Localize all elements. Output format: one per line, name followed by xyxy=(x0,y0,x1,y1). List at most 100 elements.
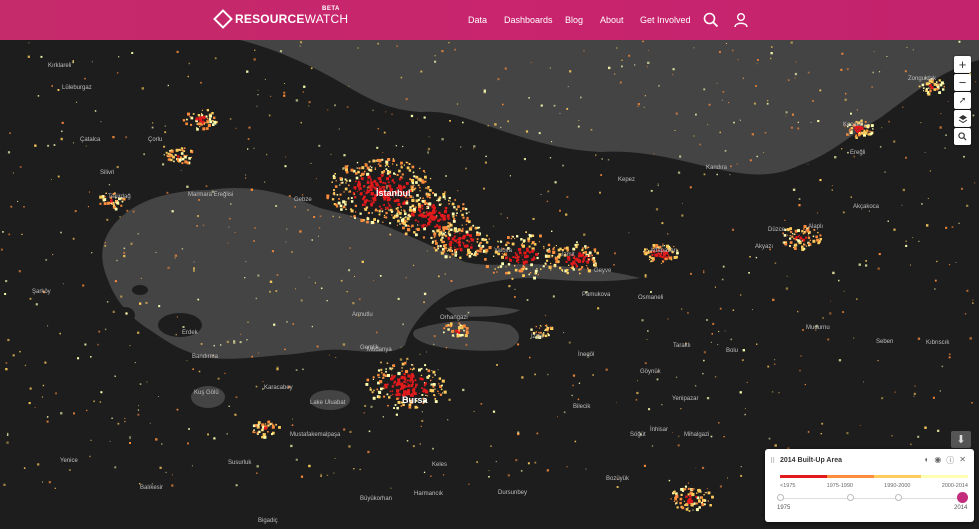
nav-dashboards[interactable]: Dashboards xyxy=(504,15,553,25)
built-up-pixel xyxy=(366,378,370,382)
built-up-pixel xyxy=(917,337,921,340)
built-up-pixel xyxy=(971,402,973,404)
built-up-pixel xyxy=(466,330,469,333)
built-up-pixel xyxy=(698,489,702,493)
built-up-pixel xyxy=(450,228,453,231)
built-up-pixel xyxy=(455,214,457,217)
built-up-pixel xyxy=(264,78,266,80)
built-up-pixel xyxy=(427,222,431,226)
built-up-pixel xyxy=(929,89,931,92)
search-icon[interactable] xyxy=(703,12,719,28)
built-up-pixel xyxy=(358,298,361,301)
built-up-pixel xyxy=(181,248,184,250)
built-up-pixel xyxy=(476,461,479,463)
built-up-pixel xyxy=(552,250,556,254)
zoom-in-button[interactable]: + xyxy=(954,56,971,73)
built-up-pixel xyxy=(279,50,283,53)
built-up-pixel xyxy=(672,68,675,71)
layers-button[interactable] xyxy=(954,110,971,127)
place-label: Geyve xyxy=(594,268,612,274)
timeline-step[interactable] xyxy=(777,494,784,501)
visibility-eye-icon[interactable]: ◉ xyxy=(934,455,941,466)
built-up-pixel xyxy=(239,341,242,344)
nav-blog[interactable]: Blog xyxy=(565,15,583,25)
zoom-out-button[interactable]: − xyxy=(954,74,971,91)
built-up-pixel xyxy=(380,368,383,371)
built-up-pixel xyxy=(643,464,646,467)
built-up-pixel xyxy=(855,134,858,137)
built-up-pixel xyxy=(797,236,799,238)
built-up-pixel xyxy=(440,213,443,217)
built-up-pixel xyxy=(345,201,347,203)
built-up-pixel xyxy=(478,244,481,247)
built-up-pixel xyxy=(711,333,713,335)
timeline-step[interactable] xyxy=(847,494,854,501)
built-up-pixel xyxy=(441,384,443,387)
nav-data[interactable]: Data xyxy=(468,15,487,25)
built-up-pixel xyxy=(418,177,422,181)
resource-watch-logo[interactable]: RESOURCEWATCH BETA xyxy=(213,6,348,29)
built-up-pixel xyxy=(460,146,462,148)
built-up-pixel xyxy=(543,332,545,334)
built-up-pixel xyxy=(417,184,420,187)
place-label: Mihalgazi xyxy=(684,432,710,438)
built-up-pixel xyxy=(444,197,446,199)
built-up-pixel xyxy=(338,128,340,130)
built-up-pixel xyxy=(106,201,110,205)
built-up-pixel xyxy=(370,405,373,408)
opacity-icon[interactable]: ◐ xyxy=(924,455,929,466)
built-up-pixel xyxy=(473,145,476,148)
built-up-pixel xyxy=(502,103,504,106)
built-up-pixel xyxy=(100,391,103,394)
timeline-track[interactable] xyxy=(780,498,963,499)
built-up-pixel xyxy=(925,87,928,90)
built-up-pixel xyxy=(467,248,470,252)
built-up-pixel xyxy=(655,254,659,257)
built-up-pixel xyxy=(474,250,477,253)
built-up-pixel xyxy=(584,247,587,250)
built-up-pixel xyxy=(948,264,951,266)
built-up-pixel xyxy=(388,204,391,207)
built-up-pixel xyxy=(224,372,226,374)
built-up-pixel xyxy=(420,374,423,376)
legend-collapse-button[interactable]: ⬇ xyxy=(951,431,971,448)
built-up-pixel xyxy=(926,92,929,95)
built-up-pixel xyxy=(816,238,819,242)
timeline-handle[interactable] xyxy=(957,492,968,503)
built-up-pixel xyxy=(411,364,413,366)
share-button[interactable]: ➚ xyxy=(954,92,971,109)
built-up-pixel xyxy=(200,113,203,115)
built-up-pixel xyxy=(380,207,383,210)
map-search-button[interactable] xyxy=(954,128,971,145)
built-up-pixel xyxy=(356,191,358,193)
built-up-pixel xyxy=(17,200,19,202)
built-up-pixel xyxy=(137,409,140,411)
user-icon[interactable] xyxy=(733,12,749,28)
timeline-step[interactable] xyxy=(895,494,902,501)
drag-handle-icon[interactable]: ⠿ xyxy=(770,457,775,465)
built-up-pixel xyxy=(960,187,963,190)
built-up-pixel xyxy=(389,222,392,225)
built-up-pixel xyxy=(85,145,87,147)
built-up-pixel xyxy=(428,136,430,138)
built-up-pixel xyxy=(644,248,647,251)
built-up-pixel xyxy=(442,245,445,248)
built-up-pixel xyxy=(538,132,541,135)
built-up-pixel xyxy=(188,62,191,65)
nav-about[interactable]: About xyxy=(600,15,624,25)
close-icon[interactable]: ✕ xyxy=(959,455,966,466)
timeline-end-label: 2014 xyxy=(954,505,968,511)
built-up-pixel xyxy=(538,241,540,243)
info-icon[interactable]: ⓘ xyxy=(946,455,954,466)
built-up-pixel xyxy=(480,403,483,405)
built-up-pixel xyxy=(421,200,425,203)
built-up-pixel xyxy=(534,373,536,376)
nav-get-involved[interactable]: Get Involved xyxy=(640,15,691,25)
built-up-pixel xyxy=(789,230,793,233)
built-up-pixel xyxy=(803,225,807,228)
built-up-pixel xyxy=(408,379,410,381)
built-up-pixel xyxy=(370,221,374,225)
built-up-pixel xyxy=(9,132,11,134)
built-up-pixel xyxy=(804,383,806,386)
built-up-pixel xyxy=(929,170,931,172)
